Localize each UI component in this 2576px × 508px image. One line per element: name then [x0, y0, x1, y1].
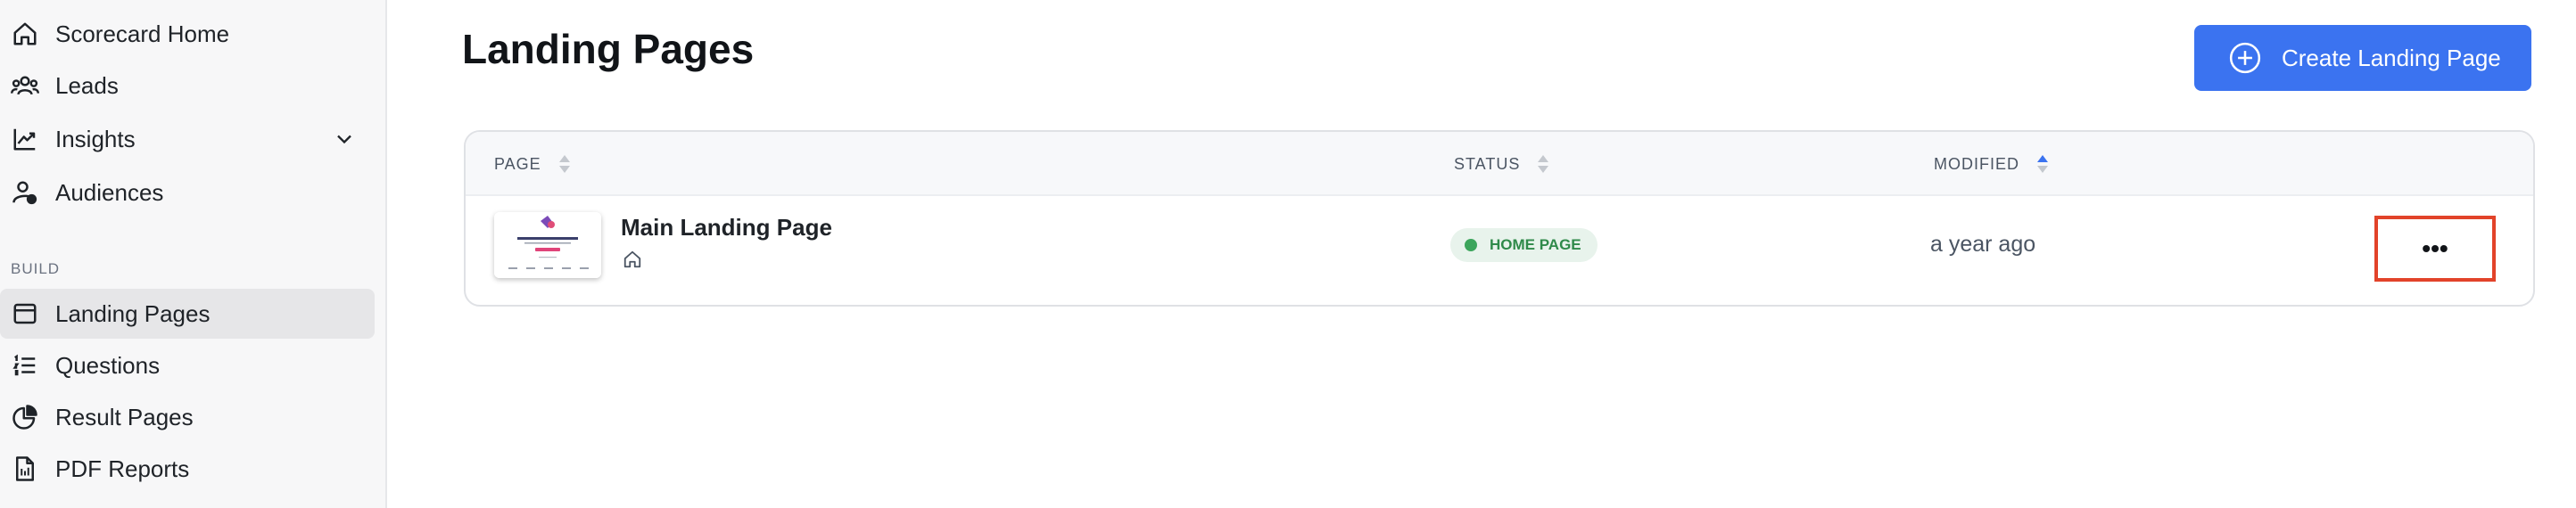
- modified-date: a year ago: [1930, 232, 2036, 257]
- sidebar-item-landing-pages[interactable]: Landing Pages: [0, 289, 375, 339]
- chevron-down-icon[interactable]: [332, 127, 357, 152]
- table-header: PAGE STATUS MODIFIED: [466, 132, 2533, 196]
- sidebar-item-label: PDF Reports: [55, 455, 190, 482]
- status-badge: HOME PAGE: [1450, 228, 1598, 262]
- chart-line-icon: [11, 125, 39, 153]
- sidebar-item-label: Audiences: [55, 178, 164, 206]
- sidebar-item-label: Questions: [55, 351, 161, 379]
- status-dot: [1465, 239, 1477, 251]
- sidebar-item-label: Landing Pages: [55, 299, 211, 327]
- list-icon: [11, 351, 39, 380]
- create-landing-page-button[interactable]: Create Landing Page: [2194, 25, 2531, 91]
- home-icon: [623, 250, 641, 268]
- page-name-link[interactable]: Main Landing Page: [621, 214, 832, 242]
- section-label-build: BUILD: [11, 260, 61, 277]
- plus-circle-icon: [2229, 42, 2261, 74]
- sidebar-item-audiences[interactable]: Audiences: [0, 168, 375, 217]
- sidebar-item-label: Result Pages: [55, 403, 194, 430]
- ellipsis-icon: •••: [2422, 234, 2448, 262]
- sidebar-item-questions[interactable]: Questions: [0, 340, 375, 390]
- create-button-label: Create Landing Page: [2282, 44, 2501, 71]
- sort-icon: [558, 155, 570, 173]
- pie-chart-icon: [11, 403, 39, 431]
- sort-icon: [1538, 155, 1549, 173]
- page-thumbnail[interactable]: [494, 212, 601, 278]
- column-header-page[interactable]: PAGE: [494, 153, 572, 175]
- sidebar: Scorecard Home Leads Insights Audiences …: [0, 0, 387, 508]
- column-header-status[interactable]: STATUS: [1454, 153, 1550, 175]
- home-icon: [11, 20, 39, 48]
- sidebar-item-result-pages[interactable]: Result Pages: [0, 392, 375, 442]
- browser-window-icon: [11, 299, 39, 328]
- landing-pages-table: PAGE STATUS MODIFIED Main Landing Page H…: [464, 130, 2535, 307]
- sidebar-item-insights[interactable]: Insights: [0, 114, 375, 164]
- sidebar-item-scorecard-home[interactable]: Scorecard Home: [0, 9, 375, 59]
- more-options-button[interactable]: •••: [2374, 216, 2496, 282]
- sidebar-item-label: Scorecard Home: [55, 20, 230, 47]
- page-preview-image: [494, 212, 601, 278]
- page-title: Landing Pages: [462, 26, 755, 72]
- sidebar-item-leads[interactable]: Leads: [0, 61, 375, 111]
- sidebar-item-pdf-reports[interactable]: PDF Reports: [0, 444, 375, 494]
- user-badge-icon: [11, 178, 39, 207]
- sort-ascending-icon: [2037, 155, 2048, 173]
- sidebar-item-label: Insights: [55, 125, 136, 152]
- column-header-modified[interactable]: MODIFIED: [1934, 153, 2050, 175]
- users-icon: [11, 71, 39, 100]
- pdf-file-icon: [11, 455, 39, 483]
- sidebar-item-label: Leads: [55, 71, 119, 99]
